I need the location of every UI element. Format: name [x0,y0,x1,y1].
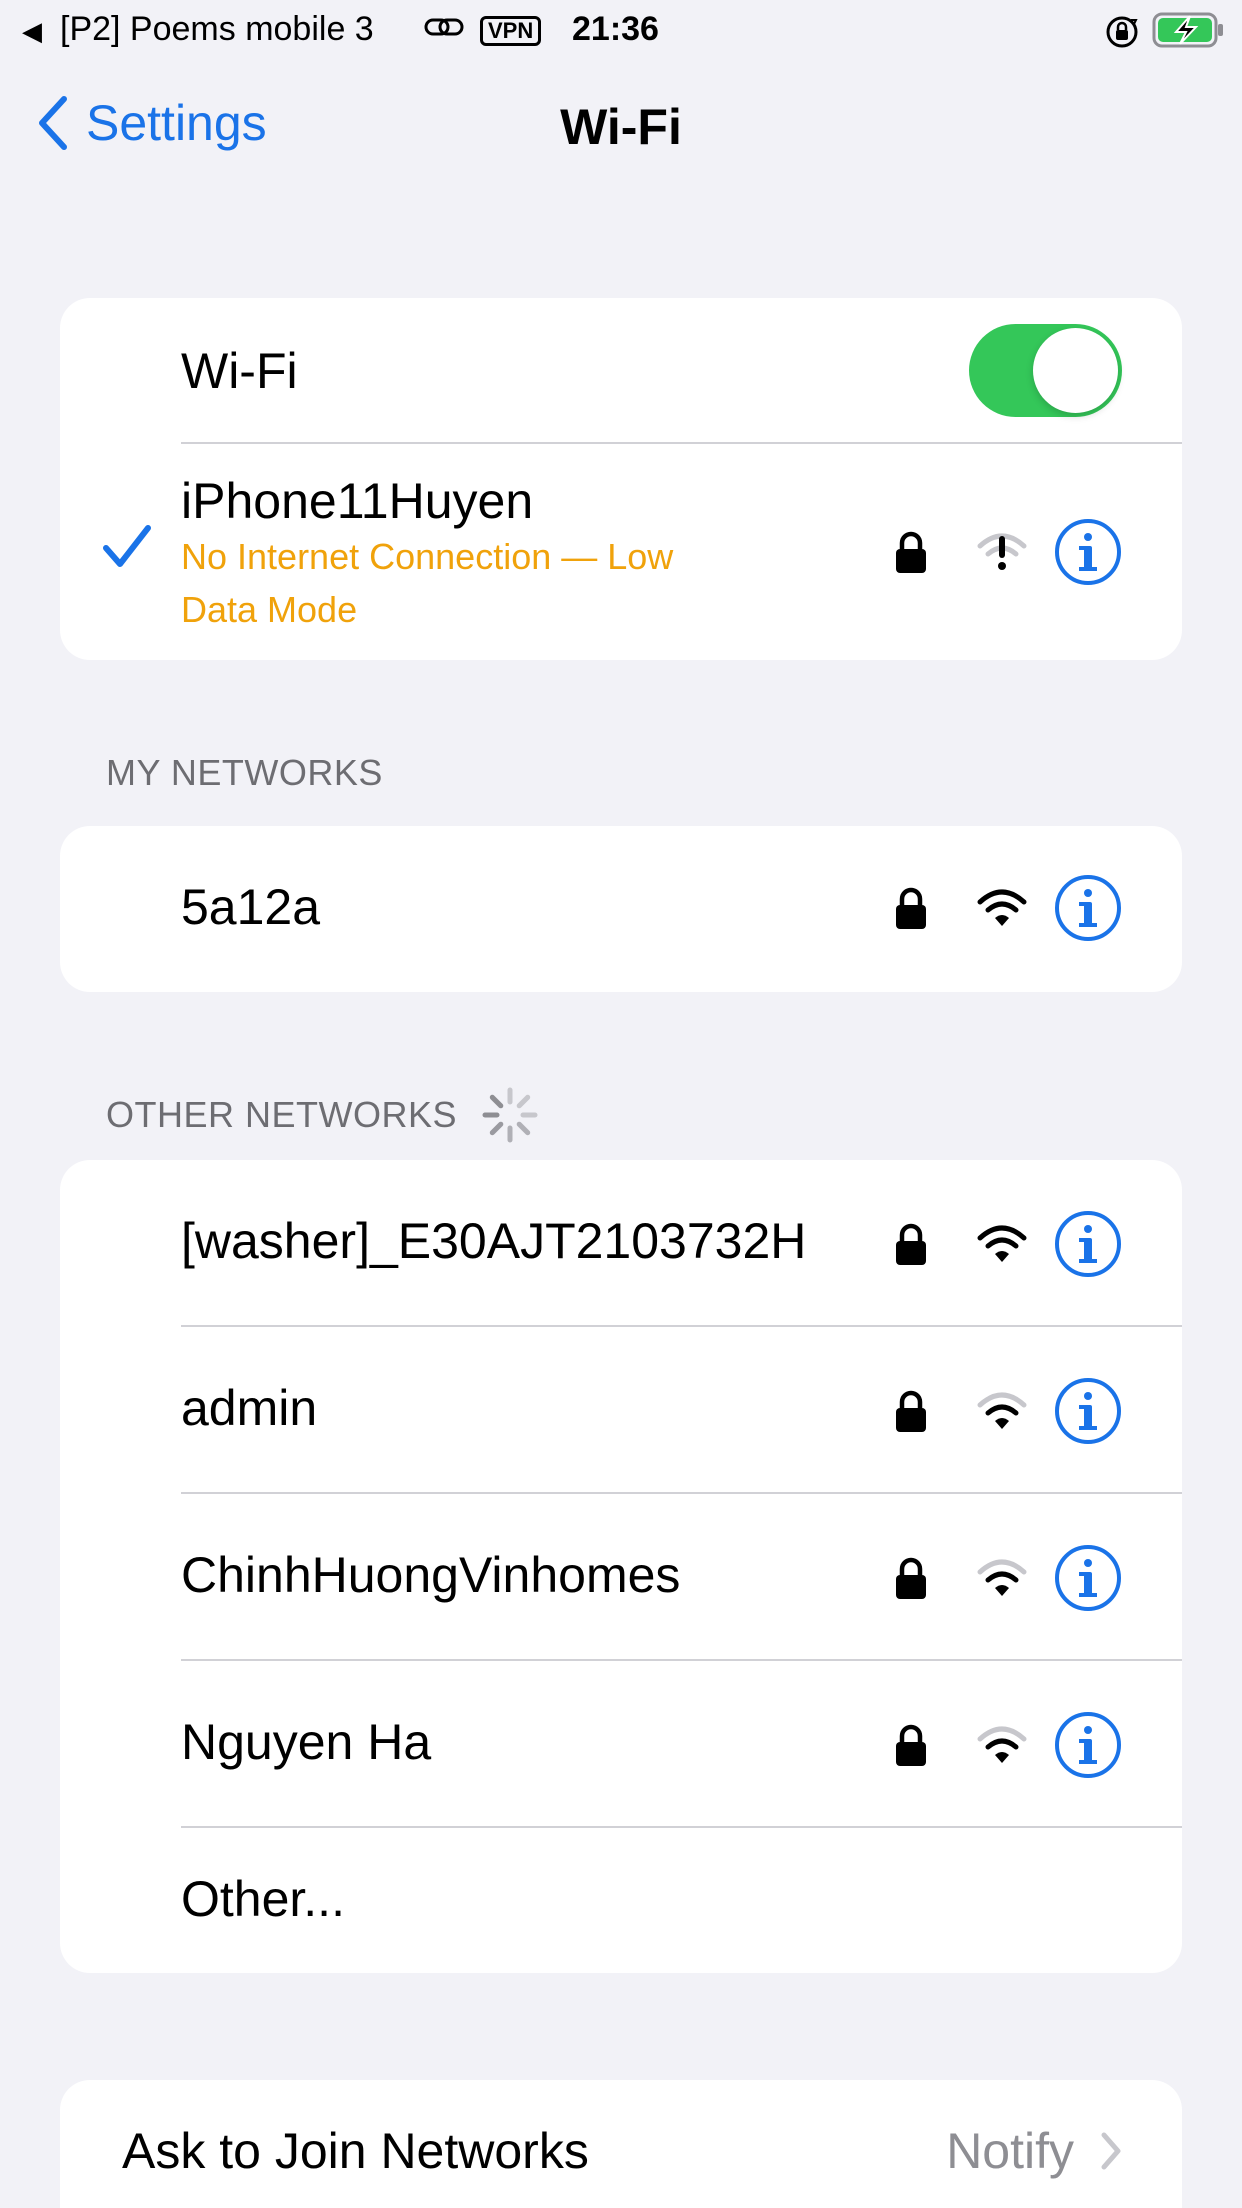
back-triangle-icon[interactable]: ◀ [22,16,42,47]
status-time: 21:36 [572,10,659,48]
wifi-no-internet-icon [977,533,1027,570]
lock-icon [896,887,926,929]
wifi-medium-icon [977,1726,1027,1763]
network-name: admin [181,1380,318,1436]
my-networks-header: MY NETWORKS [106,752,383,794]
ask-to-join-label: Ask to Join Networks [122,2123,589,2179]
lock-icon [896,1223,926,1265]
network-row[interactable]: ChinhHuongVinhomes [60,1494,1182,1661]
info-icon[interactable] [1054,1210,1122,1278]
status-bar: ◀ [P2] Poems mobile 3 VPN 21:36 [0,0,1242,64]
network-name: 5a12a [181,879,321,935]
network-row[interactable]: Nguyen Ha [60,1661,1182,1828]
chevron-right-icon [1101,2132,1121,2170]
lock-icon [896,1557,926,1599]
ask-to-join-card: Ask to Join Networks Notify [60,2080,1182,2208]
network-name: Nguyen Ha [181,1714,432,1770]
link-icon [424,12,464,51]
network-row[interactable]: admin [60,1327,1182,1494]
connection-status-line1: No Internet Connection — Low [181,536,674,577]
checkmark-icon [103,525,151,567]
connected-network-row[interactable]: iPhone11Huyen No Internet Connection — L… [60,444,1182,660]
other-network-row[interactable]: Other... [60,1828,1182,1973]
info-icon[interactable] [1054,1711,1122,1779]
other-networks-header-text: OTHER NETWORKS [106,1094,458,1135]
info-icon[interactable] [1054,1544,1122,1612]
lock-icon [896,1390,926,1432]
nav-bar: Settings Wi-Fi [0,80,1242,170]
battery-charging-icon [1152,12,1226,57]
ask-to-join-row[interactable]: Ask to Join Networks Notify [60,2080,1182,2208]
connection-status-line2: Data Mode [181,589,358,630]
wifi-toggle-row: Wi-Fi [60,298,1182,444]
network-name: [washer]_E30AJT2103732H [181,1213,807,1269]
carrier-label: [P2] Poems mobile 3 [60,10,374,48]
network-row[interactable]: 5a12a [60,826,1182,992]
other-network-label: Other... [181,1871,345,1927]
wifi-full-icon [977,1225,1027,1262]
my-networks-card: 5a12a [60,826,1182,992]
connected-network-name: iPhone11Huyen [181,473,534,529]
wifi-full-icon [977,889,1027,926]
info-icon[interactable] [1054,518,1122,586]
other-networks-header: OTHER NETWORKS [106,1084,541,1146]
info-icon[interactable] [1054,1377,1122,1445]
wifi-medium-icon [977,1392,1027,1429]
wifi-card: Wi-Fi iPhone11Huyen No Internet Connecti… [60,298,1182,660]
page-title: Wi-Fi [560,99,682,155]
toggle-knob [1033,328,1118,413]
wifi-toggle-label: Wi-Fi [181,343,298,399]
wifi-toggle[interactable] [969,324,1122,417]
network-row[interactable]: [washer]_E30AJT2103732H [60,1160,1182,1327]
other-networks-card: [washer]_E30AJT2103732H admin ChinhHuong… [60,1160,1182,1973]
lock-icon [896,1724,926,1766]
info-icon[interactable] [1054,874,1122,942]
lock-icon [896,531,926,573]
orientation-lock-icon [1104,14,1140,59]
vpn-badge: VPN [480,16,542,46]
wifi-medium-icon [977,1559,1027,1596]
network-name: ChinhHuongVinhomes [181,1547,681,1603]
loading-spinner-icon [482,1087,538,1143]
my-networks-header-text: MY NETWORKS [106,752,383,793]
ask-to-join-value: Notify [946,2123,1074,2179]
